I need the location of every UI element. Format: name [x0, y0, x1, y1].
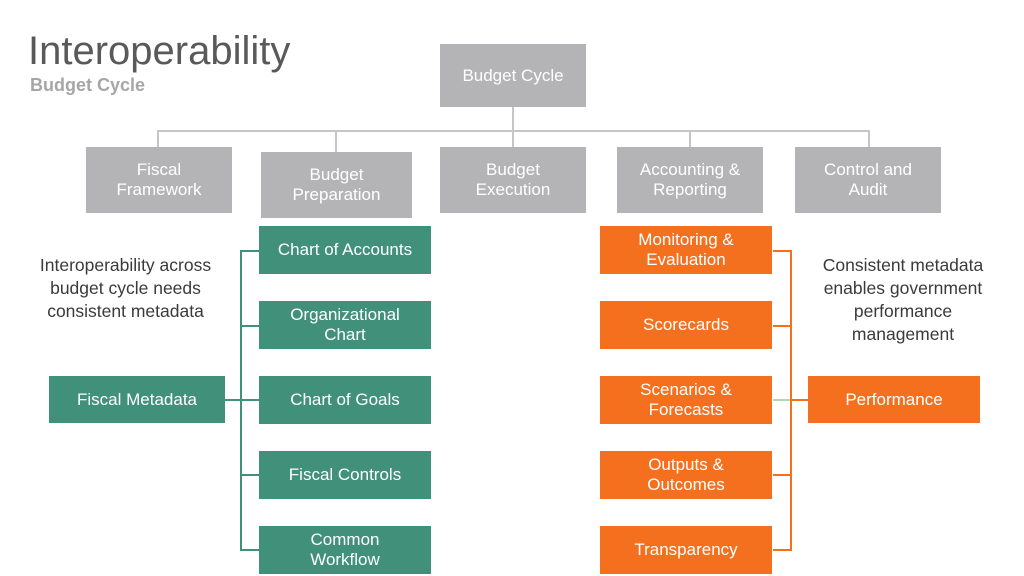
- orange-bracket-stub-4: [773, 474, 792, 476]
- diagram-canvas: Interoperability Budget Cycle Budget Cyc…: [0, 0, 1024, 576]
- green-item-label: Organizational Chart: [290, 305, 400, 344]
- phase-label: Control and Audit: [824, 160, 912, 199]
- green-item-fiscal-controls[interactable]: Fiscal Controls: [259, 451, 431, 499]
- green-item-common-workflow[interactable]: Common Workflow: [259, 526, 431, 574]
- green-item-label: Fiscal Controls: [288, 465, 402, 485]
- connector-drop-2: [335, 130, 337, 152]
- phase-node-budget-execution[interactable]: Budget Execution: [440, 147, 586, 213]
- green-item-label: Chart of Accounts: [277, 240, 413, 260]
- phase-label: Fiscal Framework: [116, 160, 202, 199]
- root-node-label: Budget Cycle: [462, 65, 564, 85]
- green-bracket-stub-2: [240, 325, 259, 327]
- green-hub-connector: [225, 399, 242, 401]
- orange-hub-performance[interactable]: Performance: [808, 376, 980, 423]
- green-bracket-stub-1: [240, 250, 259, 252]
- orange-hub-label: Performance: [845, 389, 943, 409]
- phase-node-budget-preparation[interactable]: Budget Preparation: [261, 152, 412, 218]
- orange-item-label: Outputs & Outcomes: [647, 455, 725, 494]
- green-hub-label: Fiscal Metadata: [77, 389, 197, 409]
- orange-item-scenarios-forecasts[interactable]: Scenarios & Forecasts: [600, 376, 772, 424]
- green-item-chart-of-accounts[interactable]: Chart of Accounts: [259, 226, 431, 274]
- orange-item-outputs-outcomes[interactable]: Outputs & Outcomes: [600, 451, 772, 499]
- orange-item-scorecards[interactable]: Scorecards: [600, 301, 772, 349]
- green-bracket-stub-5: [240, 549, 259, 551]
- connector-drop-5: [868, 130, 870, 147]
- green-bracket-stub-4: [240, 474, 259, 476]
- green-branch-note: Interoperability across budget cycle nee…: [39, 255, 212, 322]
- orange-branch-note: Consistent metadata enables government p…: [822, 255, 984, 345]
- phase-label: Budget Preparation: [292, 165, 381, 204]
- orange-item-label: Scorecards: [643, 315, 729, 335]
- connector-root-stem: [512, 107, 514, 131]
- orange-bracket-stub-2: [773, 325, 792, 327]
- root-node-budget-cycle[interactable]: Budget Cycle: [440, 44, 586, 107]
- green-item-label: Chart of Goals: [290, 390, 400, 410]
- phase-label: Accounting & Reporting: [639, 160, 741, 199]
- green-item-chart-of-goals[interactable]: Chart of Goals: [259, 376, 431, 424]
- orange-bracket-stub-1: [773, 250, 792, 252]
- phase-node-accounting-reporting[interactable]: Accounting & Reporting: [617, 147, 763, 213]
- green-item-organizational-chart[interactable]: Organizational Chart: [259, 301, 431, 349]
- phase-node-fiscal-framework[interactable]: Fiscal Framework: [86, 147, 232, 213]
- orange-hub-connector: [790, 399, 808, 401]
- green-bracket-stub-3: [240, 399, 259, 401]
- connector-drop-1: [157, 130, 159, 147]
- orange-item-monitoring-evaluation[interactable]: Monitoring & Evaluation: [600, 226, 772, 274]
- orange-item-label: Transparency: [634, 540, 738, 560]
- page-title: Interoperability: [28, 29, 291, 73]
- green-item-label: Common Workflow: [310, 530, 380, 569]
- phase-label: Budget Execution: [475, 160, 551, 199]
- orange-item-transparency[interactable]: Transparency: [600, 526, 772, 574]
- phase-node-control-and-audit[interactable]: Control and Audit: [795, 147, 941, 213]
- page-subtitle: Budget Cycle: [30, 75, 146, 95]
- connector-drop-3: [512, 130, 514, 147]
- connector-drop-4: [689, 130, 691, 147]
- orange-bracket-stub-5: [773, 549, 792, 551]
- green-hub-fiscal-metadata[interactable]: Fiscal Metadata: [49, 376, 225, 423]
- orange-item-label: Monitoring & Evaluation: [638, 230, 734, 269]
- orange-item-label: Scenarios & Forecasts: [640, 380, 732, 419]
